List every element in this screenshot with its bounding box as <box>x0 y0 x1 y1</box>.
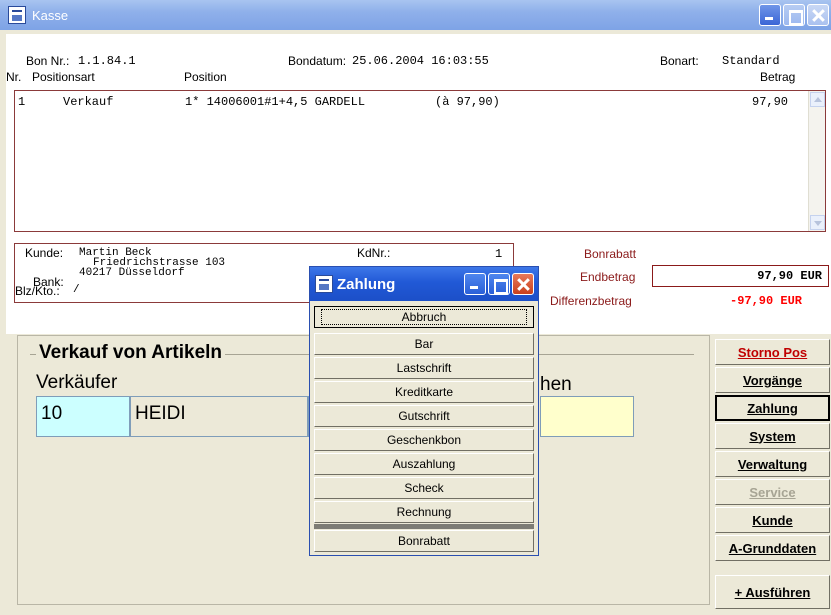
dialog-minimize-icon[interactable] <box>464 273 486 295</box>
bonart-label: Bonart: <box>660 54 699 68</box>
rechnung-button[interactable]: Rechnung <box>314 501 534 523</box>
dialog-separator <box>314 524 534 529</box>
seller-name-field: HEIDI <box>130 396 308 437</box>
bonrabatt-button[interactable]: Bonrabatt <box>314 530 534 552</box>
partial-label: hen <box>540 374 572 395</box>
yellow-field[interactable] <box>540 396 634 437</box>
storno-pos-button[interactable]: Storno Pos <box>715 339 830 365</box>
dialog-title: Zahlung <box>337 275 396 293</box>
seller-id-field[interactable]: 10 <box>36 396 130 437</box>
group-title: Verkauf von Artikeln <box>36 342 226 364</box>
gutschrift-button[interactable]: Gutschrift <box>314 405 534 427</box>
storno-label: Storno Pos <box>737 344 808 360</box>
bondatum-label: Bondatum: <box>288 54 347 68</box>
kdnr-value: 1 <box>495 247 503 261</box>
system-button[interactable]: System <box>715 423 830 449</box>
maximize-icon[interactable] <box>783 4 805 26</box>
abbruch-button[interactable]: Abbruch <box>314 306 534 328</box>
bar-button[interactable]: Bar <box>314 333 534 355</box>
customer-city: 40217 Düsseldorf <box>79 267 185 279</box>
col-nr: Nr. <box>6 70 22 84</box>
item-unit-price: (à 97,90) <box>435 95 500 109</box>
scroll-up-icon[interactable] <box>810 92 825 107</box>
kdnr-label: KdNr.: <box>357 246 391 260</box>
blz-label: Blz/Kto.: <box>15 284 60 298</box>
dialog-app-icon <box>315 275 333 293</box>
differenz-label: Differenzbetrag <box>550 294 632 308</box>
col-position: Position <box>184 70 227 84</box>
verwaltung-button[interactable]: Verwaltung <box>715 451 830 477</box>
items-list[interactable]: 1 Verkauf 1* 14006001#1+4,5 GARDELL (à 9… <box>14 90 826 232</box>
service-button[interactable]: Service <box>715 479 830 505</box>
ausfuehren-label: + Ausführen <box>734 584 811 600</box>
bon-nr-value: 1.1.84.1 <box>78 54 136 68</box>
kunde-button[interactable]: Kunde <box>715 507 830 533</box>
geschenkbon-button[interactable]: Geschenkbon <box>314 429 534 451</box>
col-betrag: Betrag <box>760 70 796 84</box>
seller-label: Verkäufer <box>36 372 118 393</box>
scheck-button[interactable]: Scheck <box>314 477 534 499</box>
system-label: System <box>749 428 796 444</box>
endbetrag-value: 97,90 EUR <box>757 269 822 283</box>
col-positionsart: Positionsart <box>32 70 95 84</box>
vorgaenge-label: Vorgänge <box>743 372 802 388</box>
lastschrift-button[interactable]: Lastschrift <box>314 357 534 379</box>
item-nr: 1 <box>18 95 26 109</box>
endbetrag-label: Endbetrag <box>580 270 636 284</box>
kunde-label: Kunde <box>752 512 793 528</box>
dialog-maximize-icon[interactable] <box>488 273 510 295</box>
window-title: Kasse <box>32 7 69 23</box>
dialog-close-icon[interactable] <box>512 273 534 295</box>
zahlung-button[interactable]: Zahlung <box>715 395 830 421</box>
zahlung-dialog: Zahlung Abbruch Bar Lastschrift Kreditka… <box>309 266 539 556</box>
blz-value: / <box>73 284 80 296</box>
differenz-value: -97,90 EUR <box>730 294 803 308</box>
main-title-bar[interactable]: Kasse <box>0 0 831 30</box>
kreditkarte-button[interactable]: Kreditkarte <box>314 381 534 403</box>
item-betrag: 97,90 <box>752 95 789 109</box>
endbetrag-box: 97,90 EUR <box>652 265 829 287</box>
auszahlung-button[interactable]: Auszahlung <box>314 453 534 475</box>
items-scrollbar[interactable] <box>808 91 825 231</box>
bondatum-value: 25.06.2004 16:03:55 <box>352 54 489 68</box>
vorgaenge-button[interactable]: Vorgänge <box>715 367 830 393</box>
verwaltung-label: Verwaltung <box>737 456 808 472</box>
abbruch-label: Abbruch <box>320 309 528 325</box>
kunde-label: Kunde: <box>25 246 64 260</box>
sidebar: Storno Pos Vorgänge Zahlung System Verwa… <box>711 335 831 615</box>
zahlung-label: Zahlung <box>747 400 798 416</box>
app-icon <box>8 6 26 24</box>
grunddaten-button[interactable]: A-Grunddaten <box>715 535 830 561</box>
service-label: Service <box>749 484 796 500</box>
item-position: 1* 14006001#1+4,5 GARDELL <box>185 95 366 109</box>
item-art: Verkauf <box>63 95 114 109</box>
close-icon[interactable] <box>807 4 829 26</box>
minimize-icon[interactable] <box>759 4 781 26</box>
bonrabatt-label: Bonrabatt <box>584 247 637 261</box>
grunddaten-label: A-Grunddaten <box>728 540 817 556</box>
scroll-down-icon[interactable] <box>810 215 825 230</box>
bonart-value: Standard <box>722 54 780 68</box>
dialog-title-bar[interactable]: Zahlung <box>310 267 538 301</box>
ausfuehren-button[interactable]: + Ausführen <box>715 575 830 609</box>
bon-nr-label: Bon Nr.: <box>26 54 70 68</box>
